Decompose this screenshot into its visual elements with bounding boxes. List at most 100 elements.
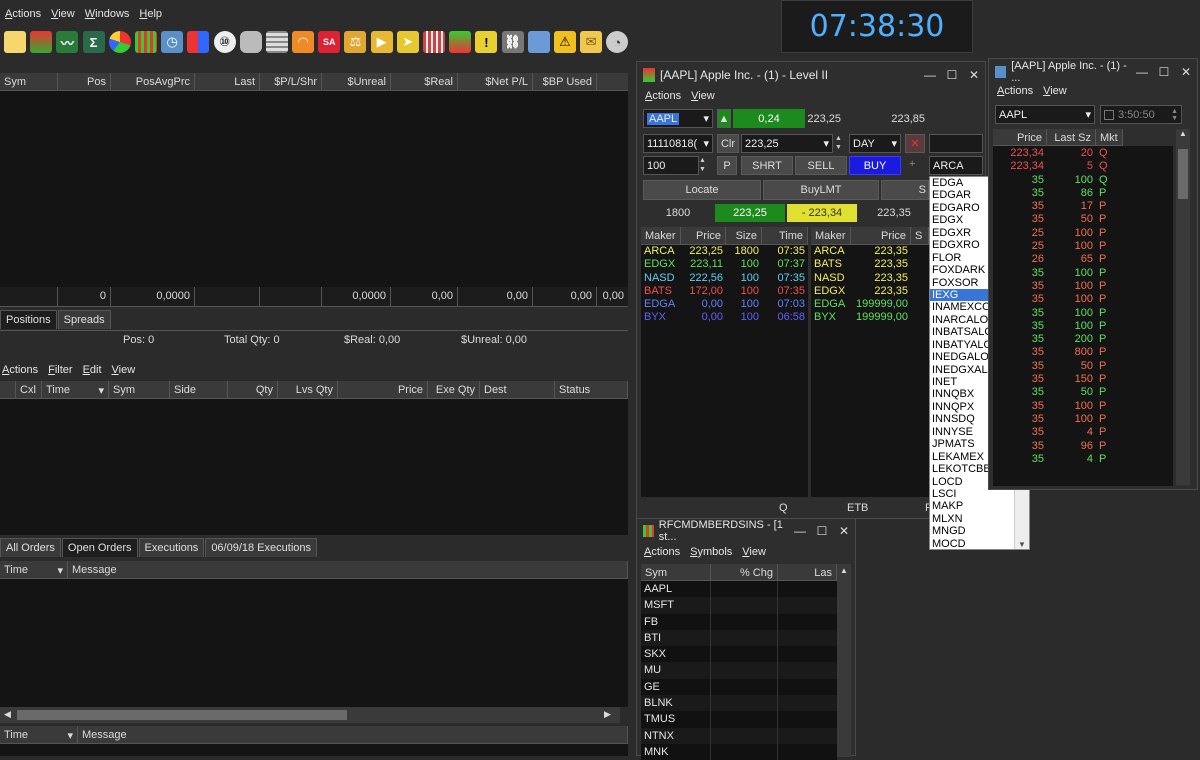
price-input[interactable]: 223,25 ▾ (741, 134, 833, 153)
col-net-pl[interactable]: $Net P/L (458, 73, 533, 90)
col-sym[interactable]: Sym (109, 381, 170, 398)
ask-row[interactable]: ARCA 223,35 (811, 245, 929, 258)
tab-positions[interactable]: Positions (0, 310, 57, 329)
bars-icon[interactable] (134, 31, 157, 53)
wl-menu-view[interactable]: View (742, 546, 766, 558)
maximize-icon[interactable]: ☐ (1153, 65, 1175, 79)
price-stepper[interactable]: ▲ ▼ (835, 134, 847, 153)
doc-icon[interactable] (449, 31, 472, 53)
watchlist-row[interactable]: MU (641, 662, 837, 679)
orders-menu-filter[interactable]: Filter (48, 364, 72, 376)
messages-hscrollbar[interactable]: ◀ ▶ (0, 707, 620, 723)
ask-col-maker[interactable]: Maker (811, 227, 851, 244)
maximize-icon[interactable]: ☐ (941, 68, 963, 82)
scroll-down-icon[interactable]: ▼ (1018, 540, 1026, 549)
watchlist-row[interactable]: SKX (641, 646, 837, 663)
tab-all-orders[interactable]: All Orders (0, 538, 61, 557)
l2-menu-view[interactable]: View (691, 90, 715, 102)
bid-col-size[interactable]: Size (726, 227, 762, 244)
close-icon[interactable]: ✕ (1175, 65, 1197, 79)
wl-menu-symbols[interactable]: Symbols (690, 546, 732, 558)
orders-menu-edit[interactable]: Edit (83, 364, 102, 376)
close-icon[interactable]: ✕ (963, 68, 985, 82)
l2-menu-actions[interactable]: Actions (645, 90, 681, 102)
spinner-icon[interactable]: ▲ ▼ (1171, 108, 1178, 122)
calendar-icon[interactable]: ◷ (161, 31, 184, 53)
tab-executions[interactable]: Executions (138, 538, 205, 557)
locate-button[interactable]: Locate (643, 180, 761, 200)
tab-executions-date[interactable]: 06/09/18 Executions (205, 538, 317, 557)
orders-menu-view[interactable]: View (112, 364, 136, 376)
bottom-col-time[interactable]: Time ▾ (0, 726, 78, 743)
col-bp-used[interactable]: $BP Used (533, 73, 597, 90)
route-extra-input[interactable] (929, 134, 983, 153)
warning-icon[interactable]: ! (475, 31, 498, 53)
ts-menu-actions[interactable]: Actions (997, 85, 1033, 97)
ball-icon[interactable]: ⑩ (213, 31, 236, 53)
bid-row[interactable]: EDGX 223,11 100 07:37 (641, 258, 808, 271)
account-select[interactable]: 11110818(▾ (643, 134, 713, 153)
scroll-left-icon[interactable]: ◀ (4, 709, 11, 720)
wl-col-chg[interactable]: % Chg (711, 564, 778, 580)
pie-icon[interactable] (108, 31, 131, 53)
watchlist-row[interactable]: BLNK (641, 695, 837, 712)
buy-button[interactable]: BUY (849, 156, 901, 175)
minimize-icon[interactable]: — (1131, 65, 1153, 79)
col-lvs-qty[interactable]: Lvs Qty (278, 381, 338, 398)
col-cxl[interactable]: Cxl (16, 381, 42, 398)
col-time[interactable]: Time ▾ (42, 381, 109, 398)
wl-col-sym[interactable]: Sym (641, 564, 711, 580)
ask-row[interactable]: BYX 199999,00 (811, 311, 929, 324)
msg-col-time[interactable]: Time ▾ (0, 561, 68, 578)
p-button[interactable]: P (717, 156, 737, 175)
ts-col-lastsz[interactable]: Last Sz (1047, 129, 1096, 145)
scroll-thumb[interactable] (17, 710, 347, 720)
minimize-icon[interactable]: — (919, 68, 941, 82)
ts-vscrollbar[interactable]: ▲ (1176, 129, 1190, 485)
menu-help[interactable]: Help (139, 8, 162, 20)
ask-row[interactable]: EDGA 199999,00 (811, 298, 929, 311)
bid-col-time[interactable]: Time (762, 227, 808, 244)
col-qty[interactable]: Qty (228, 381, 278, 398)
short-button[interactable]: SHRT (741, 156, 793, 175)
timesales-titlebar[interactable]: [AAPL] Apple Inc. - (1) - ... — ☐ ✕ (989, 59, 1197, 85)
watchlist-row[interactable]: AAPL (641, 581, 837, 598)
bid-row[interactable]: NASD 222,56 100 07:35 (641, 272, 808, 285)
watchlist-row[interactable]: FB (641, 613, 837, 630)
ts-scroll-thumb[interactable] (1178, 149, 1188, 199)
col-last[interactable]: Last (195, 73, 260, 90)
col-dest[interactable]: Dest (480, 381, 555, 398)
sigma-icon[interactable]: Σ (82, 31, 105, 53)
minimize-icon[interactable]: — (789, 524, 811, 538)
tab-spreads[interactable]: Spreads (57, 310, 111, 329)
ask-row[interactable]: BATS 223,35 (811, 258, 929, 271)
route-option[interactable]: MLXN (930, 513, 1015, 525)
col-posavgprc[interactable]: PosAvgPrc (111, 73, 195, 90)
chart-icon[interactable]: 〰 (56, 31, 79, 53)
menu-view[interactable]: View (51, 8, 75, 20)
ts-col-mkt[interactable]: Mkt (1096, 129, 1123, 145)
rss-icon[interactable]: ◠ (292, 31, 315, 53)
scroll-up-icon[interactable]: ▲ (1179, 129, 1187, 138)
orders-menu-actions[interactable]: Actions (2, 364, 38, 376)
level2-titlebar[interactable]: [AAPL] Apple Inc. - (1) - Level II — ☐ ✕ (637, 62, 985, 88)
new-document-icon[interactable] (4, 31, 26, 53)
link-icon[interactable]: ⛓ (501, 31, 524, 53)
book-icon[interactable] (30, 31, 53, 53)
bottom-col-message[interactable]: Message (78, 726, 628, 743)
bid-col-price[interactable]: Price (681, 227, 726, 244)
watchlist-row[interactable]: NTNX (641, 727, 837, 744)
route-option[interactable]: MNGD (930, 525, 1015, 537)
col-unreal[interactable]: $Unreal (322, 73, 391, 90)
ask-row[interactable]: NASD 223,35 (811, 272, 929, 285)
watchlist-row[interactable]: BTI (641, 629, 837, 647)
gauge-icon[interactable]: ◔ (606, 31, 629, 53)
ts-col-price[interactable]: Price (993, 129, 1047, 145)
watchlist-row[interactable]: MSFT (641, 597, 837, 614)
quantity-input[interactable]: 100 (643, 156, 699, 175)
watchlist-row[interactable]: TMUS (641, 711, 837, 728)
grid2-icon[interactable] (423, 31, 445, 53)
col-pos[interactable]: Pos (58, 73, 111, 90)
ask-col-size[interactable]: S (911, 227, 929, 244)
ts-menu-view[interactable]: View (1043, 85, 1067, 97)
